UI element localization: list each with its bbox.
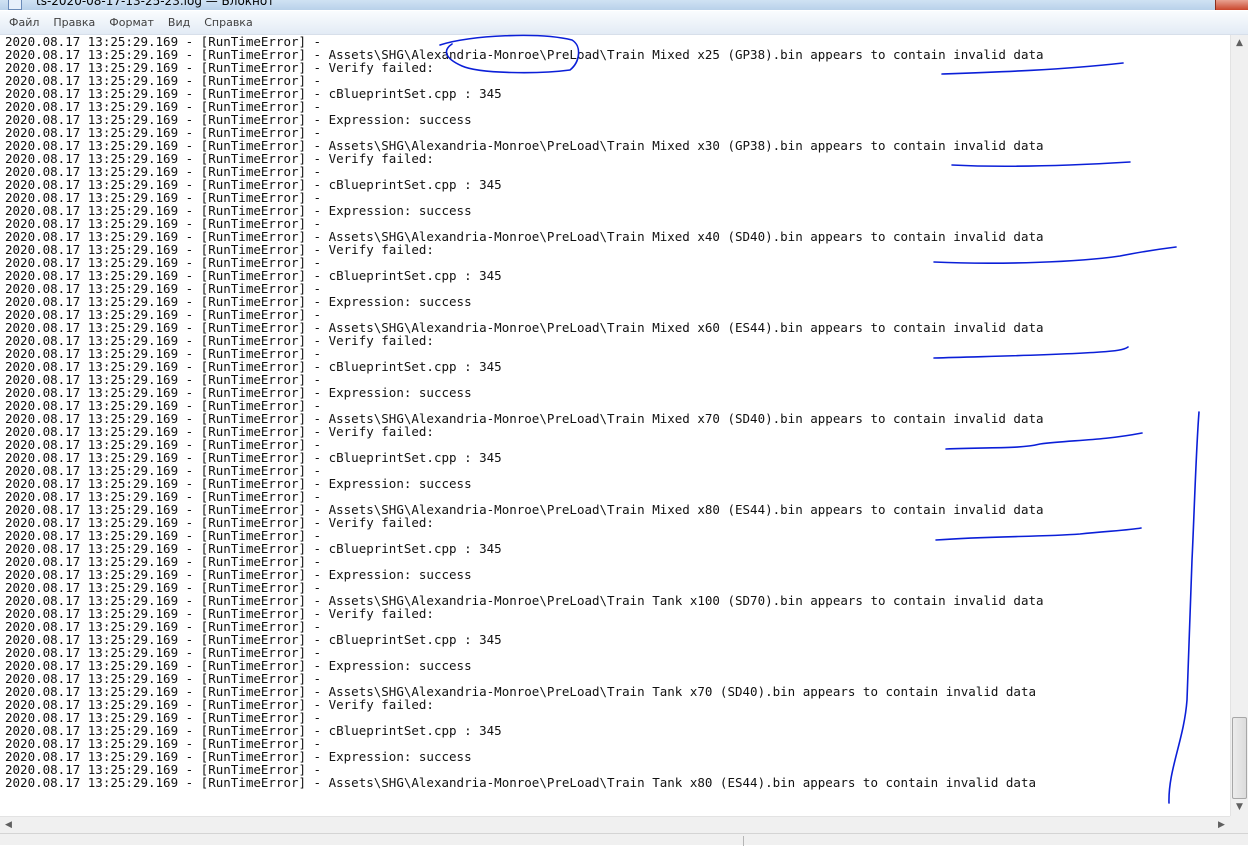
menu-item[interactable]: Справка: [197, 16, 259, 29]
status-bar: [0, 833, 1248, 846]
scrollbar-corner: [1230, 816, 1248, 833]
log-text[interactable]: 2020.08.17 13:25:29.169 - [RunTimeError]…: [0, 35, 1230, 789]
log-line: 2020.08.17 13:25:29.169 - [RunTimeError]…: [5, 775, 1037, 790]
menu-item[interactable]: Правка: [46, 16, 102, 29]
scroll-left-arrow-icon[interactable]: ◀: [0, 817, 17, 833]
window-title: ts-2020-08-17-13-25-23.log — Блокнот: [36, 0, 275, 8]
horizontal-scrollbar[interactable]: ◀ ▶: [0, 816, 1230, 833]
notepad-icon: [8, 0, 22, 10]
scroll-right-arrow-icon[interactable]: ▶: [1213, 817, 1230, 833]
menu-item[interactable]: Вид: [161, 16, 197, 29]
scroll-up-arrow-icon[interactable]: ▲: [1231, 35, 1248, 52]
menu-bar: Файл Правка Формат Вид Справка: [0, 11, 1248, 35]
title-bar[interactable]: ts-2020-08-17-13-25-23.log — Блокнот: [0, 0, 1248, 10]
scroll-down-arrow-icon[interactable]: ▼: [1231, 799, 1248, 816]
vertical-scrollbar[interactable]: ▲ ▼: [1230, 35, 1248, 816]
close-icon[interactable]: [1215, 0, 1248, 10]
menu-item[interactable]: Формат: [102, 16, 161, 29]
text-editor[interactable]: 2020.08.17 13:25:29.169 - [RunTimeError]…: [0, 35, 1230, 816]
vertical-scroll-thumb[interactable]: [1232, 717, 1247, 799]
menu-item[interactable]: Файл: [0, 16, 46, 29]
